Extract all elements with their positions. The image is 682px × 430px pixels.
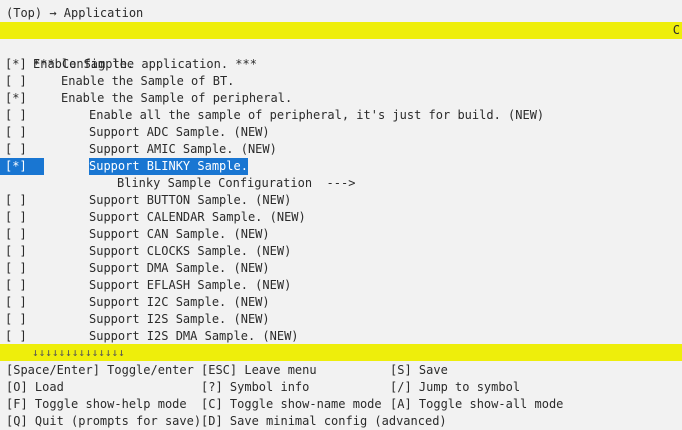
help-panel: [Space/Enter] Toggle/enter [ESC] Leave me… [6,362,682,430]
top-status-bar: C [0,22,682,39]
menu-item[interactable]: [ ] Support ADC Sample. (NEW) [0,124,682,141]
help-row: [F] Toggle show-help mode [C] Toggle show… [6,396,682,413]
menu-item-checkbox[interactable]: [ ] [5,73,27,90]
menu-item[interactable]: [ ] Enable the Sample of BT. [0,73,682,90]
menu-item-checkbox[interactable]: [ ] [5,277,27,294]
help-jump-to-symbol: [/] Jump to symbol [390,380,521,394]
menu-item-checkbox[interactable]: [*] [5,90,27,107]
menu-item-label[interactable]: Blinky Sample Configuration ---> [117,175,355,192]
help-row: [O] Load [?] Symbol info [/] Jump to symbo… [6,379,682,396]
help-toggle-show-name: [C] Toggle show-name mode [201,397,382,411]
menu-item-label[interactable]: Support CLOCKS Sample. (NEW) [89,243,291,260]
menu-item-checkbox[interactable]: [ ] [5,294,27,311]
menu-item[interactable]: [ ] Support CAN Sample. (NEW) [0,226,682,243]
menu-item-checkbox[interactable]: [ ] [5,141,27,158]
breadcrumb: (Top) → Application [6,6,144,20]
help-toggle-show-all: [A] Toggle show-all mode [390,397,564,411]
menu-item-label[interactable]: Support BUTTON Sample. (NEW) [89,192,291,209]
help-load: [O] Load [6,380,64,394]
menu-item-label[interactable]: Enable all the sample of peripheral, it'… [89,107,544,124]
help-leave-menu: [ESC] Leave menu [201,363,317,377]
menu-item-checkbox[interactable]: [ ] [5,107,27,124]
menu-item[interactable]: [ ] Support CALENDAR Sample. (NEW) [0,209,682,226]
menu-item-checkbox[interactable]: [ ] [5,124,27,141]
menu-item-label[interactable]: Support CALENDAR Sample. (NEW) [89,209,306,226]
menu-item-checkbox[interactable]: [*] [5,56,27,73]
help-toggle-enter: [Space/Enter] Toggle/enter [6,363,194,377]
menu-item[interactable]: [ ] Support DMA Sample. (NEW) [0,260,682,277]
menu-item-label[interactable]: Support EFLASH Sample. (NEW) [89,277,291,294]
help-symbol-info: [?] Symbol info [201,380,310,394]
menu-item[interactable]: [*] Enable the Sample of peripheral. [0,90,682,107]
menu-item[interactable]: [ ] Enable all the sample of peripheral, … [0,107,682,124]
menu-item-label[interactable]: Support DMA Sample. (NEW) [89,260,270,277]
menu-item[interactable]: [ ] Support I2C Sample. (NEW) [0,294,682,311]
top-bar-marker: C [672,23,680,37]
menu-list[interactable]: *** Config the application. *** [*] Enabl… [0,39,682,345]
menu-item-checkbox[interactable]: [ ] [5,192,27,209]
menu-item-checkbox[interactable]: [ ] [5,243,27,260]
menu-item-checkbox[interactable]: [ ] [5,209,27,226]
menu-item-label[interactable]: Support CAN Sample. (NEW) [89,226,270,243]
menu-item[interactable]: [ ] Support EFLASH Sample. (NEW) [0,277,682,294]
menu-item-label[interactable]: Enable Sample. [33,56,134,73]
help-row: [Q] Quit (prompts for save) [D] Save mini… [6,413,682,430]
menu-item[interactable]: [ ] Support CLOCKS Sample. (NEW) [0,243,682,260]
help-toggle-show-help: [F] Toggle show-help mode [6,397,187,411]
menu-item-label[interactable]: Support ADC Sample. (NEW) [89,124,270,141]
menu-item-label[interactable]: Support I2C Sample. (NEW) [89,294,270,311]
menu-item-label[interactable]: Enable the Sample of peripheral. [61,90,292,107]
menu-header: *** Config the application. *** [0,39,682,71]
help-save: [S] Save [390,363,448,377]
menu-item[interactable]: [ ] Support AMIC Sample. (NEW) [0,141,682,158]
menu-item[interactable]: [ ] Support I2S Sample. (NEW) [0,311,682,328]
bottom-status-bar: ↓↓↓↓↓↓↓↓↓↓↓↓↓↓ [0,344,682,361]
menu-item[interactable]: [*] Support BLINKY Sample. [0,158,682,175]
help-quit: [Q] Quit (prompts for save) [6,414,202,428]
menu-item-label[interactable]: Enable the Sample of BT. [61,73,234,90]
help-row: [Space/Enter] Toggle/enter [ESC] Leave me… [6,362,682,379]
menu-item-checkbox[interactable]: [ ] [5,260,27,277]
menu-item[interactable]: [ ] Support BUTTON Sample. (NEW) [0,192,682,209]
menu-item-checkbox[interactable]: [*] [5,158,27,175]
menu-item-checkbox[interactable]: [ ] [5,226,27,243]
scroll-down-indicator: ↓↓↓↓↓↓↓↓↓↓↓↓↓↓ [32,346,125,359]
menu-item[interactable]: [*] Enable Sample. [0,56,682,73]
menu-item-checkbox[interactable]: [ ] [5,328,27,345]
menu-item[interactable]: Blinky Sample Configuration ---> [0,175,682,192]
menu-item-label[interactable]: Support BLINKY Sample. [89,158,248,175]
menu-item-label[interactable]: Support I2S Sample. (NEW) [89,311,270,328]
help-save-minimal: [D] Save minimal config (advanced) [201,414,447,428]
menu-item[interactable]: [ ] Support I2S DMA Sample. (NEW) [0,328,682,345]
menu-item-label[interactable]: Support AMIC Sample. (NEW) [89,141,277,158]
menu-item-checkbox[interactable]: [ ] [5,311,27,328]
menu-item-label[interactable]: Support I2S DMA Sample. (NEW) [89,328,299,345]
